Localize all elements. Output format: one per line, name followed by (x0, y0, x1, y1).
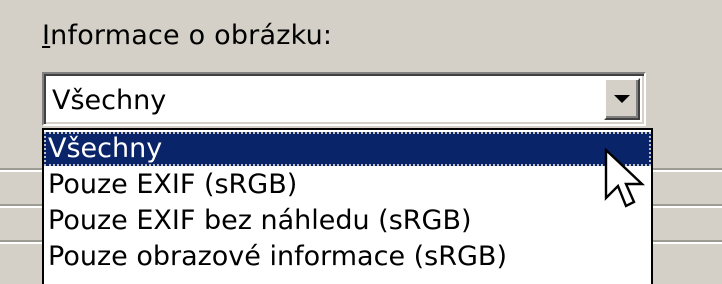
combobox-value: Všechny (52, 85, 167, 116)
exif-settings-panel: Informace o obrázku: Všechny Všechny Pou… (0, 0, 722, 284)
image-info-label: Informace o obrázku: (42, 18, 332, 54)
option-exif-only[interactable]: Pouze EXIF (sRGB) (44, 168, 651, 202)
dropdown-arrow-icon (614, 95, 630, 103)
image-info-combobox[interactable]: Všechny (42, 72, 646, 126)
image-info-dropdown-list[interactable]: Všechny Pouze EXIF (sRGB) Pouze EXIF bez… (42, 128, 653, 284)
dropdown-button[interactable] (604, 78, 640, 120)
option-all[interactable]: Všechny (44, 132, 651, 166)
option-image-info-only[interactable]: Pouze obrazové informace (sRGB) (44, 240, 651, 274)
label-mnemonic: I (42, 20, 51, 51)
label-text: nformace o obrázku: (50, 20, 333, 51)
option-exif-no-preview[interactable]: Pouze EXIF bez náhledu (sRGB) (44, 204, 651, 238)
mouse-pointer-icon (604, 148, 646, 208)
